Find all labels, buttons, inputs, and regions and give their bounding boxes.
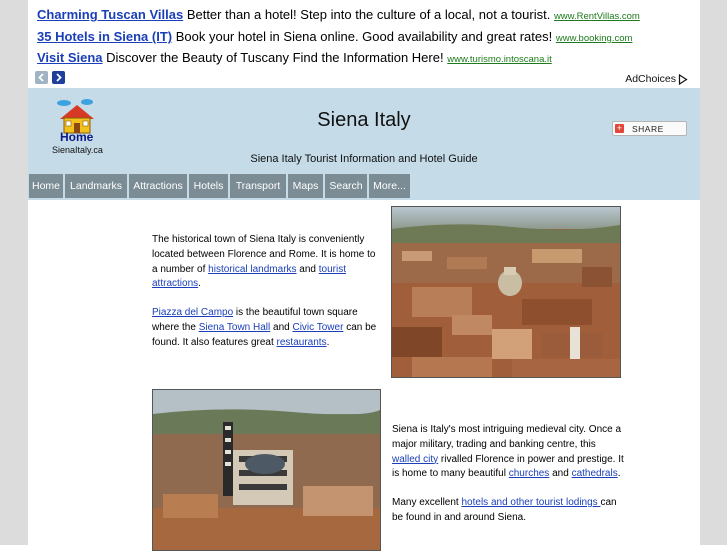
ad-url[interactable]: www.RentVillas.com xyxy=(554,11,640,22)
paragraph-text: . xyxy=(198,278,201,290)
paragraph-text: . xyxy=(326,336,330,348)
ad-text: Better than a hotel! Step into the cultu… xyxy=(186,7,551,22)
restaurants-link[interactable]: restaurants xyxy=(277,337,327,348)
page-left-margin xyxy=(0,0,28,545)
home-link-label[interactable]: Home xyxy=(60,130,93,144)
hotels-paragraph: Many excellent hotels and other tourist … xyxy=(392,496,624,526)
nav-item-home[interactable]: Home xyxy=(29,174,63,198)
cathedrals-link[interactable]: cathedrals xyxy=(572,468,618,479)
siena-aerial-image xyxy=(392,207,620,377)
main-nav: Home Landmarks Attractions Hotels Transp… xyxy=(28,172,700,200)
paragraph-text: and xyxy=(549,468,572,480)
ad-url[interactable]: www.turismo.intoscana.it xyxy=(447,54,552,65)
paragraph-text: and xyxy=(270,321,293,333)
piazza-del-campo-link[interactable]: Piazza del Campo xyxy=(152,307,233,318)
nav-item-landmarks[interactable]: Landmarks xyxy=(65,174,127,198)
siena-cathedral-image xyxy=(153,390,380,550)
paragraph-text: . xyxy=(617,468,621,480)
ad-url[interactable]: www.booking.com xyxy=(556,33,633,44)
page-right-margin xyxy=(700,0,727,545)
paragraph-text: Many excellent xyxy=(392,497,462,508)
historical-landmarks-link[interactable]: historical landmarks xyxy=(208,264,296,275)
nav-item-transport[interactable]: Transport xyxy=(230,174,286,198)
share-button[interactable]: + SHARE xyxy=(612,121,687,136)
walled-city-link[interactable]: walled city xyxy=(392,454,438,465)
ad-prev-button[interactable] xyxy=(35,71,48,84)
medieval-city-paragraph: Siena is Italy's most intriguing medieva… xyxy=(392,423,624,482)
paragraph-text: and xyxy=(296,263,319,275)
siena-town-hall-link[interactable]: Siena Town Hall xyxy=(199,322,271,333)
page-subtitle: Siena Italy Tourist Information and Hote… xyxy=(250,153,478,165)
ad-next-button[interactable] xyxy=(52,71,65,84)
ad-banner: Charming Tuscan Villas Better than a hot… xyxy=(28,0,700,88)
chevron-right-icon xyxy=(56,73,62,82)
ad-item[interactable]: Visit Siena Discover the Beauty of Tusca… xyxy=(37,50,552,65)
churches-link[interactable]: churches xyxy=(509,468,550,479)
civic-tower-link[interactable]: Civic Tower xyxy=(292,322,343,333)
share-label: SHARE xyxy=(632,123,664,134)
siena-aerial-photo xyxy=(391,206,621,378)
nav-item-attractions[interactable]: Attractions xyxy=(129,174,187,198)
ad-text: Book your hotel in Siena online. Good av… xyxy=(175,29,553,44)
campo-paragraph: Piazza del Campo is the beautiful town s… xyxy=(152,306,382,350)
site-header: Home SienaItaly.ca Siena Italy Siena Ita… xyxy=(28,88,700,172)
hotels-link[interactable]: hotels and other tourist lodings xyxy=(461,497,600,508)
intro-paragraph: The historical town of Siena Italy is co… xyxy=(152,233,382,292)
nav-item-search[interactable]: Search xyxy=(325,174,367,198)
ad-title[interactable]: Visit Siena xyxy=(37,50,103,65)
share-plus-icon: + xyxy=(615,123,624,133)
ad-title[interactable]: Charming Tuscan Villas xyxy=(37,7,183,22)
adchoices-label: AdChoices xyxy=(625,73,676,85)
ad-item[interactable]: 35 Hotels in Siena (IT) Book your hotel … xyxy=(37,29,632,44)
ad-title[interactable]: 35 Hotels in Siena (IT) xyxy=(37,29,172,44)
nav-item-more[interactable]: More... xyxy=(369,174,410,198)
nav-item-maps[interactable]: Maps xyxy=(288,174,323,198)
nav-item-hotels[interactable]: Hotels xyxy=(189,174,228,198)
ad-item[interactable]: Charming Tuscan Villas Better than a hot… xyxy=(37,7,640,22)
siena-cathedral-photo xyxy=(152,389,381,551)
adchoices-link[interactable]: AdChoices xyxy=(625,73,688,85)
ad-text: Discover the Beauty of Tuscany Find the … xyxy=(106,50,444,65)
chevron-left-icon xyxy=(38,73,44,82)
paragraph-text: Siena is Italy's most intriguing medieva… xyxy=(392,424,622,450)
page-title: Siena Italy xyxy=(317,109,411,131)
adchoices-icon xyxy=(678,73,688,85)
